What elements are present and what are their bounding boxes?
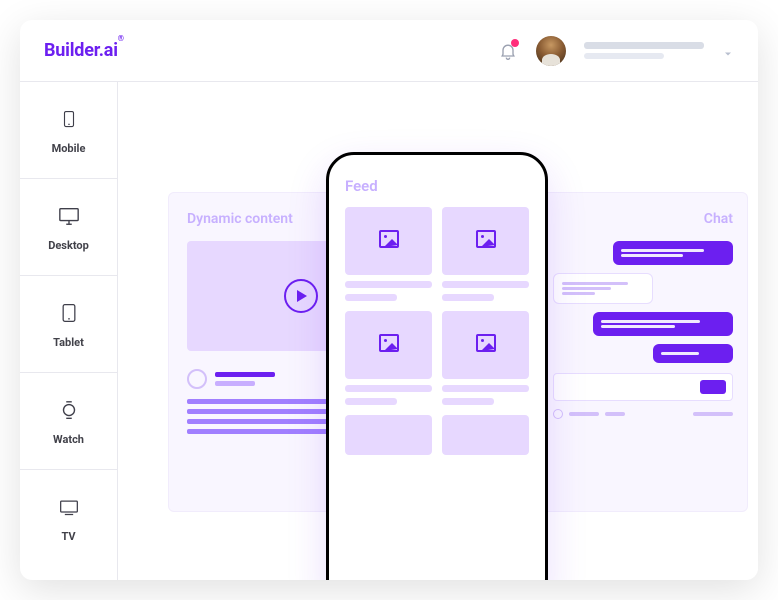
user-name-placeholder	[584, 42, 704, 59]
bell-icon	[498, 46, 518, 65]
tablet-icon	[56, 300, 82, 326]
image-placeholder	[345, 207, 432, 275]
image-icon	[474, 227, 498, 255]
image-placeholder	[442, 415, 529, 455]
phone-title: Feed	[345, 177, 529, 195]
image-placeholder	[345, 415, 432, 455]
header-right	[498, 36, 734, 66]
desktop-icon	[56, 203, 82, 229]
chat-bubble-outgoing	[613, 241, 733, 265]
account-dropdown[interactable]	[722, 45, 734, 57]
feed-grid	[345, 207, 529, 455]
feed-card[interactable]	[442, 311, 529, 405]
chat-bubble-outgoing	[653, 344, 733, 363]
device-sidebar: Mobile Desktop Tablet Watch	[20, 82, 118, 580]
header: Builder.ai®	[20, 20, 758, 82]
tv-icon	[56, 494, 82, 520]
sidebar-item-mobile[interactable]: Mobile	[20, 82, 117, 179]
logo-trademark: ®	[118, 34, 124, 43]
image-placeholder	[442, 311, 529, 379]
watch-icon	[56, 397, 82, 423]
sidebar-item-label: TV	[61, 530, 75, 543]
chat-bubble-outgoing	[593, 312, 733, 336]
logo-text: Builder.ai	[44, 40, 118, 61]
sidebar-item-tablet[interactable]: Tablet	[20, 276, 117, 373]
chat-input-row[interactable]	[553, 373, 733, 401]
image-icon	[377, 331, 401, 359]
sidebar-item-desktop[interactable]: Desktop	[20, 179, 117, 276]
chat-messages	[553, 241, 733, 363]
notifications-button[interactable]	[498, 41, 518, 61]
app-window: Builder.ai®	[20, 20, 758, 580]
notification-dot-icon	[511, 39, 519, 47]
panel-title: Chat	[553, 211, 733, 227]
chevron-down-icon	[722, 45, 734, 64]
avatar[interactable]	[536, 36, 566, 66]
sidebar-item-tv[interactable]: TV	[20, 470, 117, 567]
send-button[interactable]	[700, 380, 726, 394]
feed-card[interactable]	[345, 415, 432, 455]
avatar-placeholder-icon	[187, 369, 207, 389]
chat-footer	[553, 409, 733, 419]
logo[interactable]: Builder.ai®	[44, 40, 124, 61]
feed-card[interactable]	[442, 207, 529, 301]
feed-card[interactable]	[345, 311, 432, 405]
body: Mobile Desktop Tablet Watch	[20, 82, 758, 580]
chat-panel[interactable]: Chat	[538, 192, 748, 512]
sidebar-item-label: Mobile	[52, 142, 86, 155]
image-icon	[474, 331, 498, 359]
chat-input[interactable]	[560, 383, 694, 391]
sidebar-item-label: Desktop	[48, 239, 89, 252]
play-icon	[284, 279, 318, 313]
sidebar-item-label: Watch	[53, 433, 84, 446]
feed-card[interactable]	[442, 415, 529, 455]
image-placeholder	[442, 207, 529, 275]
sidebar-item-watch[interactable]: Watch	[20, 373, 117, 470]
sidebar-item-label: Tablet	[53, 336, 84, 349]
chat-bubble-incoming	[553, 273, 653, 304]
feed-card[interactable]	[345, 207, 432, 301]
image-placeholder	[345, 311, 432, 379]
canvas: Dynamic content	[118, 82, 758, 580]
image-icon	[377, 227, 401, 255]
phone-mockup[interactable]: Feed	[326, 152, 548, 580]
mobile-icon	[56, 106, 82, 132]
